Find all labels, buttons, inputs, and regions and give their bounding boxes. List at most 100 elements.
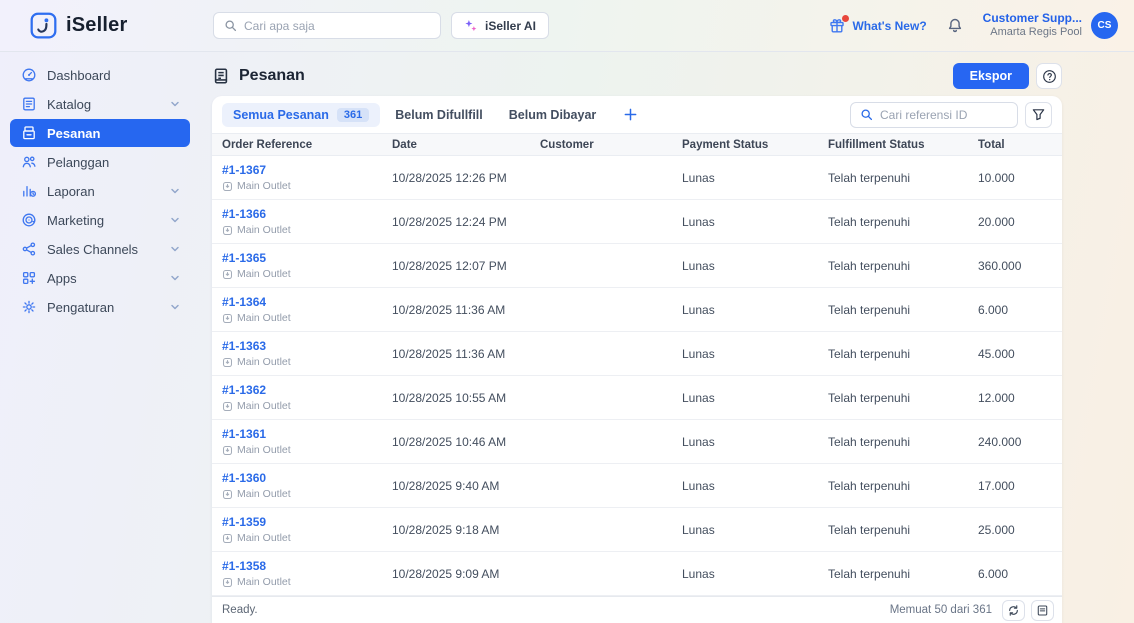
tab-belum-difullfill[interactable]: Belum Difullfill bbox=[384, 103, 494, 127]
order-search[interactable] bbox=[850, 102, 1018, 128]
sidebar-item-sales-channels[interactable]: Sales Channels bbox=[10, 235, 190, 263]
apps-icon bbox=[20, 270, 37, 286]
tab-label: Semua Pesanan bbox=[233, 108, 329, 122]
avatar[interactable]: CS bbox=[1091, 12, 1118, 39]
sidebar-item-pengaturan[interactable]: Pengaturan bbox=[10, 293, 190, 321]
order-reference-link[interactable]: #1-1358 bbox=[222, 559, 266, 573]
total-cell: 17.000 bbox=[968, 479, 1062, 493]
column-header-payment-status[interactable]: Payment Status bbox=[672, 139, 818, 151]
outlet-label: Main Outlet bbox=[237, 267, 291, 283]
global-search[interactable] bbox=[213, 12, 441, 39]
sidebar-item-label: Pesanan bbox=[47, 126, 180, 141]
sidebar-item-marketing[interactable]: Marketing bbox=[10, 206, 190, 234]
table-row[interactable]: #1-1367Main Outlet10/28/2025 12:26 PMLun… bbox=[212, 156, 1062, 200]
column-header-fulfillment-status[interactable]: Fulfillment Status bbox=[818, 139, 968, 151]
table-footer: Ready. Memuat 50 dari 361 bbox=[212, 596, 1062, 623]
user-menu[interactable]: Customer Supp... Amarta Regis Pool CS bbox=[983, 11, 1118, 40]
order-reference-cell: #1-1359 Main Outlet bbox=[212, 513, 382, 547]
payment-status-cell: Lunas bbox=[672, 347, 818, 361]
footer-right: Memuat 50 dari 361 bbox=[890, 600, 1054, 621]
outlet-row: Main Outlet bbox=[222, 223, 382, 239]
outlet-label: Main Outlet bbox=[237, 355, 291, 371]
total-cell: 6.000 bbox=[968, 303, 1062, 317]
table-row[interactable]: #1-1364Main Outlet10/28/2025 11:36 AMLun… bbox=[212, 288, 1062, 332]
order-reference-cell: #1-1362Main Outlet bbox=[212, 381, 382, 415]
outlet-label: Main Outlet bbox=[237, 223, 291, 239]
outlet-row: Main Outlet bbox=[222, 267, 382, 283]
column-header-total[interactable]: Total bbox=[968, 139, 1062, 151]
order-search-input[interactable] bbox=[880, 108, 1008, 122]
order-reference-link[interactable]: #1-1366 bbox=[222, 207, 266, 221]
sidebar-item-apps[interactable]: Apps bbox=[10, 264, 190, 292]
order-reference-link[interactable]: #1-1363 bbox=[222, 339, 266, 353]
bell-icon[interactable] bbox=[947, 17, 963, 34]
tab-label: Belum Difullfill bbox=[395, 108, 483, 122]
table-row[interactable]: #1-1359Main Outlet10/28/2025 9:18 AMLuna… bbox=[212, 508, 1062, 552]
order-reference-link[interactable]: #1-1365 bbox=[222, 251, 266, 265]
table-row[interactable]: #1-1362Main Outlet10/28/2025 10:55 AMLun… bbox=[212, 376, 1062, 420]
outlet-icon bbox=[222, 225, 233, 236]
sidebar-item-katalog[interactable]: Katalog bbox=[10, 90, 190, 118]
iseller-ai-button[interactable]: iSeller AI bbox=[451, 12, 549, 39]
order-reference-link[interactable]: #1-1361 bbox=[222, 427, 266, 441]
outlet-row: Main Outlet bbox=[222, 443, 382, 459]
order-reference-cell: #1-1366 Main Outlet bbox=[212, 205, 382, 239]
fulfillment-status-cell: Telah terpenuhi bbox=[818, 259, 968, 273]
outlet-icon bbox=[222, 445, 233, 456]
outlet-label: Main Outlet bbox=[237, 487, 291, 503]
date-cell: 10/28/2025 10:55 AM bbox=[382, 391, 530, 405]
table-row[interactable]: #1-1360Main Outlet10/28/2025 9:40 AMLuna… bbox=[212, 464, 1062, 508]
table-row[interactable]: #1-1358Main Outlet10/28/2025 9:09 AMLuna… bbox=[212, 552, 1062, 596]
column-header-order-reference[interactable]: Order Reference bbox=[212, 139, 382, 151]
date-cell: 10/28/2025 12:26 PM bbox=[382, 171, 530, 185]
fulfillment-status-cell: Telah terpenuhi bbox=[818, 479, 968, 493]
order-reference-cell: #1-1367Main Outlet bbox=[212, 161, 382, 195]
fulfillment-status-cell: Telah terpenuhi bbox=[818, 567, 968, 581]
date-cell: 10/28/2025 11:36 AM bbox=[382, 347, 530, 361]
sidebar-item-laporan[interactable]: Laporan bbox=[10, 177, 190, 205]
order-reference-link[interactable]: #1-1362 bbox=[222, 383, 266, 397]
user-org: Amarta Regis Pool bbox=[983, 26, 1082, 40]
customers-icon bbox=[20, 154, 37, 170]
sidebar-item-pelanggan[interactable]: Pelanggan bbox=[10, 148, 190, 176]
export-button[interactable]: Ekspor bbox=[953, 63, 1029, 89]
fulfillment-status-cell: Telah terpenuhi bbox=[818, 523, 968, 537]
order-reference-link[interactable]: #1-1359 bbox=[222, 515, 266, 529]
column-header-customer[interactable]: Customer bbox=[530, 139, 672, 151]
help-button[interactable] bbox=[1036, 63, 1062, 89]
filter-icon bbox=[1031, 107, 1046, 122]
column-header-date[interactable]: Date bbox=[382, 139, 530, 151]
table-row[interactable]: #1-1361Main Outlet10/28/2025 10:46 AMLun… bbox=[212, 420, 1062, 464]
chevron-down-icon bbox=[170, 302, 180, 312]
add-tab-button[interactable] bbox=[615, 107, 646, 122]
loaded-count: Memuat 50 dari 361 bbox=[890, 604, 992, 616]
tab-belum-dibayar[interactable]: Belum Dibayar bbox=[498, 103, 608, 127]
status-text: Ready. bbox=[222, 604, 258, 616]
whats-new[interactable]: What's New? bbox=[829, 18, 926, 34]
table-row[interactable]: #1-1365Main Outlet10/28/2025 12:07 PMLun… bbox=[212, 244, 1062, 288]
table-row[interactable]: #1-1363 Main Outlet 10/28/2025 11:36 AM Lun… bbox=[212, 332, 1062, 376]
order-reference-link[interactable]: #1-1364 bbox=[222, 295, 266, 309]
orders-icon bbox=[212, 67, 230, 85]
table-row[interactable]: #1-1366Main Outlet10/28/2025 12:24 PMLun… bbox=[212, 200, 1062, 244]
chevron-down-icon bbox=[170, 215, 180, 225]
filter-button[interactable] bbox=[1025, 102, 1052, 128]
brand[interactable]: iSeller bbox=[30, 12, 213, 39]
order-reference-link[interactable]: #1-1360 bbox=[222, 471, 266, 485]
tab-label: Belum Dibayar bbox=[509, 108, 597, 122]
sidebar-item-pesanan[interactable]: Pesanan bbox=[10, 119, 190, 147]
sidebar-item-dashboard[interactable]: Dashboard bbox=[10, 61, 190, 89]
sidebar-item-label: Apps bbox=[47, 271, 160, 286]
date-cell: 10/28/2025 9:40 AM bbox=[382, 479, 530, 493]
list-view-button[interactable] bbox=[1031, 600, 1054, 621]
payment-status-cell: Lunas bbox=[672, 567, 818, 581]
outlet-row: Main Outlet bbox=[222, 355, 382, 371]
order-reference-link[interactable]: #1-1367 bbox=[222, 163, 266, 177]
global-search-input[interactable] bbox=[244, 19, 430, 33]
user-meta: Customer Supp... Amarta Regis Pool bbox=[983, 11, 1082, 40]
outlet-row: Main Outlet bbox=[222, 531, 382, 547]
payment-status-cell: Lunas bbox=[672, 303, 818, 317]
tab-semua-pesanan[interactable]: Semua Pesanan361 bbox=[222, 103, 380, 127]
sidebar-item-label: Pelanggan bbox=[47, 155, 180, 170]
refresh-button[interactable] bbox=[1002, 600, 1025, 621]
